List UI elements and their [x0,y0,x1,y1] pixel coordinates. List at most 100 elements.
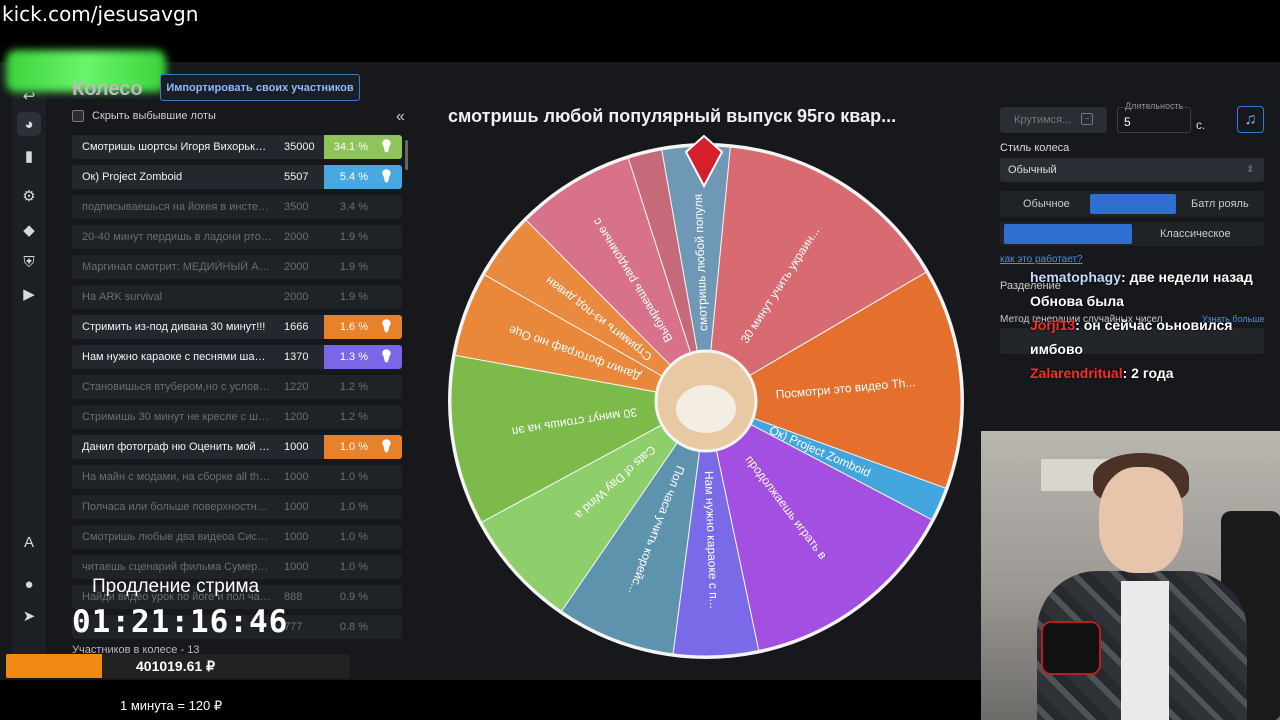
bar-chart-icon[interactable]: ▮ [17,144,41,168]
lot-name: Ок) Project Zomboid [82,171,183,183]
lightbulb-icon[interactable]: 💡 [379,439,394,453]
lightbulb-icon[interactable]: 💡 [379,319,394,333]
lot-percent: 34.1 % [333,141,368,153]
wheel-style-select[interactable]: Обычный ⇕ [1000,158,1264,182]
webcam-streamer-shirt [1121,581,1169,720]
mode-battle-option[interactable]: Батл рояль [1191,198,1249,210]
wheel-style-label: Стиль колеса [1000,142,1070,154]
lots-scrollbar[interactable] [405,140,408,170]
money-progress-fill [6,654,103,678]
lightbulb-icon[interactable]: 💡 [379,169,394,183]
lot-row[interactable]: На майн с модами, на сборке all the m...… [72,465,402,489]
chat-message: hematophagy: две недели назад [1030,268,1280,286]
chat-text: Обнова была [1030,293,1124,309]
hide-eliminated-checkbox[interactable] [72,110,84,122]
lot-percent: 1.6 % [339,321,368,333]
wheel-style-value: Обычный [1008,164,1057,176]
lot-row[interactable]: Маргинал смотрит: МЕДИЙНЫЙ АД 3... 2000 1.… [72,255,402,279]
layers-icon[interactable]: ◆ [17,218,41,242]
mode-selected-highlight [1090,194,1176,214]
extension-timer: 01:21:16:46 [72,604,289,640]
lot-name: Данил фотограф ню Оценить мой про... [82,441,272,453]
webcam-microphone [1041,621,1101,675]
mode-toggle: Обычное Батл рояль [1000,191,1264,217]
lot-row[interactable]: 20-40 минут пердишь в ладони ртом... 2000… [72,225,402,249]
lot-percent: 1.0 % [339,531,368,543]
seconds-unit: с. [1196,118,1206,132]
spin-minus-icon: − [1081,113,1093,125]
chat-text: имбово [1030,341,1083,357]
translate-icon[interactable]: A [17,530,41,554]
mode-normal-option[interactable]: Обычное [1023,198,1070,210]
lot-name: Нам нужно караоке с песнями шамана [82,351,272,363]
lot-percent: 1.9 % [339,291,368,303]
lot-name: 20-40 минут пердишь в ладони ртом... [82,231,272,243]
lot-name: На майн с модами, на сборке all the m... [82,471,272,483]
lot-percent: 1.2 % [339,411,368,423]
lot-row[interactable]: Полчаса или больше поверхностно и... 1000… [72,495,402,519]
lot-row[interactable]: 💡 Стримить из-под дивана 30 минут!!! 1666 1… [72,315,402,339]
telegram-icon[interactable]: ➤ [17,604,41,628]
lot-name: На ARK survival [82,291,163,303]
lightbulb-icon[interactable]: 💡 [379,349,394,363]
lot-row[interactable]: 💡 Ок) Project Zomboid 5507 5.4 % [72,165,402,189]
lot-row[interactable]: 💡 Данил фотограф ню Оценить мой про... 100… [72,435,402,459]
lot-name: Становишься втубером,но с условие... [82,381,272,393]
submode-toggle: Классическое [1000,222,1264,246]
video-icon[interactable]: ▶ [17,282,41,306]
lot-row[interactable]: 💡 Нам нужно караоке с песнями шамана 1370 1… [72,345,402,369]
wheel-icon[interactable]: ◕ [17,112,41,136]
chat-username: Jorji13 [1030,317,1076,333]
chat-message: Jorji13: он сейчас оьновился [1030,316,1280,334]
spin-label: Крутимся... [1014,114,1072,126]
mode-classic-option[interactable]: Классическое [1160,228,1231,240]
lot-percent: 1.2 % [339,381,368,393]
chat-username: hematophagy [1030,269,1122,285]
stream-url: kick.com/jesusavgn [2,2,199,26]
chat-text: : он сейчас оьновился [1075,317,1233,333]
import-participants-button[interactable]: Импортировать своих участников [160,74,360,101]
wheel[interactable]: смотришь любой популя 30 минут учить укра… [445,134,967,662]
spin-button[interactable]: Крутимся... − [1000,107,1107,133]
webcam-streamer-face [1099,467,1183,573]
sidebar: ↩ ◕ ▮ ⚙ ◆ ⛨ ▶ A ● ➤ [12,72,46,672]
shield-icon[interactable]: ⛨ [17,250,41,274]
lightbulb-icon[interactable]: 💡 [379,139,394,153]
chevron-updown-icon: ⇕ [1246,164,1254,174]
lot-percent: 1.0 % [339,501,368,513]
cat-face-icon [676,385,736,433]
extension-label: Продление стрима [92,576,260,597]
lot-percent: 1.9 % [339,231,368,243]
lot-percent: 0.8 % [339,621,368,633]
lot-row[interactable]: Смотришь любые два видеоа Сисуна... 1000 1… [72,525,402,549]
lot-percent: 1.0 % [339,441,368,453]
submode-selected-highlight[interactable] [1004,224,1132,244]
chat-username: Zalarendritual [1030,365,1123,381]
lot-name: Стримишь 30 минут не кресле с широ... [82,411,272,423]
lot-percent: 1.0 % [339,471,368,483]
lot-name: Стримить из-под дивана 30 минут!!! [82,321,266,333]
how-it-works-link[interactable]: как это работает? [1000,254,1083,265]
hide-eliminated-row[interactable]: Скрыть выбывшие лоты [72,110,216,122]
gear-icon[interactable]: ⚙ [17,184,41,208]
chat-message: имбово [1030,340,1280,358]
lot-percent: 3.4 % [339,201,368,213]
lot-name: читаешь сценарий фильма Сумерки и... [82,561,272,573]
music-note-icon[interactable]: ♫ [1237,106,1264,133]
lot-name: Полчаса или больше поверхностно и... [82,501,272,513]
lot-row[interactable]: На ARK survival 2000 1.9 % [72,285,402,309]
chat-overlay: hematophagy: две недели назад Обнова была… [1030,268,1280,388]
duration-input[interactable]: 5 [1117,107,1191,133]
collapse-panel-icon[interactable]: « [396,108,405,126]
lot-row[interactable]: 💡 Смотришь шортсы Игоря Вихорьков... 35000… [72,135,402,159]
github-icon[interactable]: ● [17,572,41,596]
lot-row[interactable]: Становишься втубером,но с условие... 1220… [72,375,402,399]
webcam-feed [981,431,1280,720]
lot-row[interactable]: Стримишь 30 минут не кресле с широ... 120… [72,405,402,429]
lot-name: Смотришь любые два видеоа Сисуна... [82,531,272,543]
lot-percent: 5.4 % [339,171,368,183]
lot-name: Маргинал смотрит: МЕДИЙНЫЙ АД 3... [82,261,272,273]
lot-percent: 1.0 % [339,561,368,573]
lot-row[interactable]: подписываешься на йокея в инсте, ли... 35… [72,195,402,219]
wheel-svg: смотришь любой популя 30 минут учить укра… [448,134,964,659]
